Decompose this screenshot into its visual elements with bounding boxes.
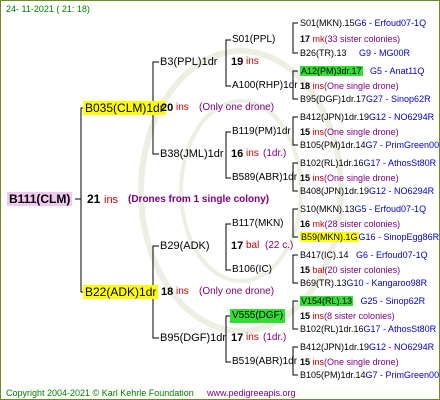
gen3-d2-queen[interactable]: B519(ABR)1dr — [232, 356, 297, 368]
gen2-b-queen[interactable]: B38(JML)1dr — [160, 148, 224, 160]
gen2-a-ins: ins — [246, 56, 259, 67]
site-link[interactable]: www.pedigreeapis.org — [207, 387, 296, 399]
gen4-row[interactable]: B417(IC).14 G6 - Erfoud07-1Q — [300, 249, 428, 261]
gen4-row[interactable]: B26(TR).13 G9 - MG00R — [300, 47, 410, 59]
gen4-row[interactable]: B59(MKN).1GG16 - SinopEgg86R — [300, 231, 439, 243]
gen3-a2-queen[interactable]: A100(RHP)1dr — [232, 80, 298, 92]
gen1-top-queen[interactable]: B035(CLM)1dr — [83, 101, 166, 115]
gen4-row[interactable]: A12(PM)3dr.17 G5 - Anat11Q — [300, 65, 424, 77]
gen2-b-count: 16 — [231, 148, 244, 160]
gen2-c-count: 17 — [231, 240, 244, 252]
gen3-a1-queen[interactable]: S01(PPL) — [232, 34, 275, 46]
pedigree-frame: 24- 11-2021 ( 21: 18) Copyright 2004-202… — [0, 0, 440, 400]
root-note: (Drones from 1 single colony) — [128, 194, 270, 205]
gen2-d-count: 17 — [231, 332, 244, 344]
gen4-row[interactable]: B95(DGF)1dr.17G27 - Sinop62R — [300, 93, 431, 105]
gen1-top-ins: ins — [176, 102, 189, 113]
gen4-row: 15 ins(8 sister colonies) — [300, 311, 395, 321]
gen2-a-queen[interactable]: B3(PPL)1dr — [160, 56, 217, 68]
gen4-row[interactable]: B105(PM)1dr.14G7 - PrimGreen00 — [300, 369, 439, 381]
gen4-row: 15 bal(20 sister colonies) — [300, 265, 401, 275]
gen2-b-ins: ins — [246, 148, 259, 159]
gen4-row[interactable]: B105(PM)1dr.14G7 - PrimGreen00 — [300, 139, 439, 151]
gen2-a-count: 19 — [231, 56, 244, 68]
gen3-d1-queen[interactable]: V555(DGF) — [230, 309, 286, 323]
gen4-row[interactable]: B412(JPN)1dr.19G12 - NO6294R — [300, 111, 434, 123]
gen4-row[interactable]: B102(RL)1dr.16G17 - AthosSt80R — [300, 323, 436, 335]
root-ins: ins — [104, 194, 119, 206]
gen1-bottom-note: (Only one drone) — [199, 286, 275, 297]
gen2-c-note: (22 c.) — [265, 240, 294, 251]
copyright: Copyright 2004-2021 © Karl Kehrle Founda… — [6, 388, 194, 398]
gen2-b-note: (1dr.) — [263, 148, 287, 159]
gen4-row[interactable]: B412(JPN)1dr.19G12 - NO6294R — [300, 341, 434, 353]
gen4-row[interactable]: S10(MKN).13G5 - Erfoud07-1Q — [300, 203, 426, 215]
timestamp: 24- 11-2021 ( 21: 18) — [6, 4, 90, 14]
gen4-row[interactable]: B102(RL)1dr.16G17 - AthosSt80R — [300, 157, 436, 169]
gen4-row: 15 ins(One single drone) — [300, 357, 399, 367]
gen3-c2-queen[interactable]: B106(IC) — [232, 264, 272, 276]
gen2-d-queen[interactable]: B95(DGF)1dr — [160, 332, 226, 344]
gen4-row[interactable]: B408(JPN)1dr.19G12 - NO6294R — [300, 185, 434, 197]
gen4-row: 15 ins(One single drone) — [300, 173, 399, 183]
root-count: 21 — [87, 192, 101, 206]
gen4-row: 17 mk(33 sister colonies) — [300, 34, 401, 44]
gen1-bottom-queen[interactable]: B22(ADK)1dr — [83, 285, 159, 299]
gen1-bottom-ins: ins — [176, 286, 189, 297]
gen1-bottom-count: 18 — [161, 286, 174, 298]
gen2-c-ins: bal — [246, 240, 260, 251]
gen4-row: 18 ins(One single drone) — [300, 81, 399, 91]
gen1-top-count: 20 — [161, 102, 174, 114]
gen1-top-note: (Only one drone) — [199, 102, 275, 113]
gen3-c1-queen[interactable]: B117(MKN) — [232, 218, 284, 230]
gen4-row[interactable]: S01(MKN).15G6 - Erfoud07-1Q — [300, 17, 426, 29]
gen3-b1-queen[interactable]: B119(PM)1dr — [232, 126, 291, 138]
gen2-d-ins: ins — [246, 332, 259, 343]
gen4-row[interactable]: V154(RL).13 G25 - Sinop62R — [300, 295, 425, 307]
gen3-b2-queen[interactable]: B589(ABR)1dr — [232, 172, 297, 184]
root-queen[interactable]: B111(CLM) — [7, 192, 73, 206]
gen4-row: 16 mk(28 sister colonies) — [300, 219, 401, 229]
gen4-row: 15 ins(One single drone) — [300, 127, 399, 137]
gen2-c-queen[interactable]: B29(ADK) — [160, 240, 210, 252]
gen4-row[interactable]: B69(TR).13G10 - Kangaroo98R — [300, 277, 427, 289]
gen2-d-note: (1dr.) — [263, 332, 287, 343]
